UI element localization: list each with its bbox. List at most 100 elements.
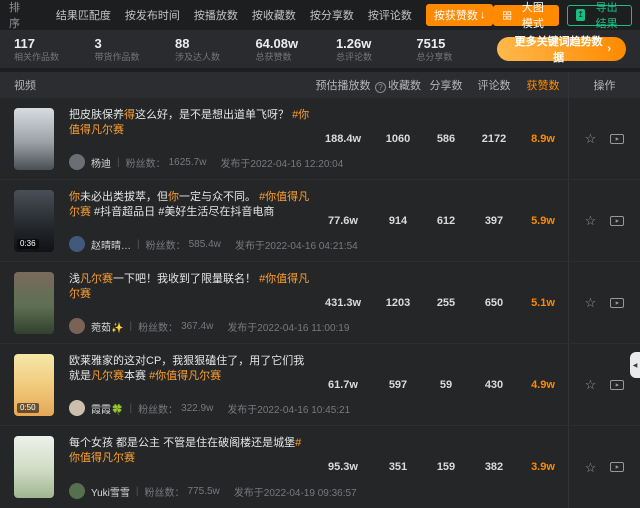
- help-icon[interactable]: ?: [375, 82, 386, 93]
- metric-shares: 59: [422, 344, 470, 425]
- metric-likes: 4.9w: [518, 344, 568, 425]
- stat-value: 3: [94, 36, 174, 51]
- video-meta: 菀茹✨ | 粉丝数： 367.4w 发布于2022-04-16 11:00:19: [69, 318, 311, 343]
- title-segment: 本赛: [124, 370, 149, 382]
- metric-likes: 8.9w: [518, 98, 568, 179]
- sort-option-shares[interactable]: 按分享数: [310, 7, 354, 23]
- favorite-star-icon[interactable]: ☆: [585, 296, 597, 309]
- export-results-button[interactable]: ↥ 导出结果: [567, 5, 632, 26]
- video-info: 每个女孩 都是公主 不管是住在破阁楼还是城堡#你值得凡尔赛 Yuki雪雪 | 粉…: [69, 436, 311, 508]
- avatar[interactable]: [69, 318, 85, 334]
- drawer-collapse-handle[interactable]: ◀: [630, 352, 640, 378]
- video-cell: 0:36 你未必出类拔萃，但你一定与众不同。 #你值得凡尔赛 #抖音超品日 #美…: [0, 180, 312, 261]
- export-results-label: 导出结果: [590, 0, 623, 31]
- fans-count: 775.5w: [188, 486, 220, 497]
- video-title[interactable]: 浅凡尔赛一下吧！我收到了限量联名！ #你值得凡尔赛: [69, 272, 311, 302]
- title-segment: 一定与众不同。: [179, 191, 259, 203]
- metric-comments: 397: [470, 180, 518, 261]
- title-segment: 得: [124, 109, 135, 121]
- title-segment: 每个女孩 都是公主 不管是住在破阁楼还是城堡: [69, 437, 295, 449]
- stat-value: 1.26w: [336, 36, 416, 51]
- video-meta: Yuki雪雪 | 粉丝数： 775.5w 发布于2022-04-19 09:36…: [69, 483, 311, 508]
- meta-separator: |: [129, 321, 132, 332]
- fans-count: 367.4w: [181, 321, 213, 332]
- video-preview-icon[interactable]: [610, 379, 624, 391]
- video-thumbnail[interactable]: 0:36: [14, 190, 54, 252]
- row-actions: ☆: [568, 98, 640, 179]
- stat-creators: 88 涉及达人数: [175, 36, 255, 63]
- sort-option-comments[interactable]: 按评论数: [368, 7, 412, 23]
- video-meta: 霞霞🍀 | 粉丝数： 322.9w 发布于2022-04-16 10:45:21: [69, 400, 311, 425]
- header-actions: 操作: [568, 72, 640, 98]
- chevron-right-icon: ›: [607, 43, 611, 55]
- fans-count: 322.9w: [181, 403, 213, 414]
- stat-ecommerce-works: 3 带货作品数: [94, 36, 174, 63]
- table-row: 0:50 欧莱雅家的这对CP，我狠狠磕住了，用了它们我就是凡尔赛本赛 #你值得凡…: [0, 344, 640, 426]
- table-row: 浅凡尔赛一下吧！我收到了限量联名！ #你值得凡尔赛 菀茹✨ | 粉丝数： 367…: [0, 262, 640, 344]
- author-name[interactable]: Yuki雪雪: [91, 484, 130, 499]
- sort-option-match[interactable]: 结果匹配度: [56, 7, 111, 23]
- favorite-star-icon[interactable]: ☆: [585, 132, 597, 145]
- avatar[interactable]: [69, 236, 85, 252]
- stat-label: 总分享数: [416, 52, 496, 63]
- sort-option-collects[interactable]: 按收藏数: [252, 7, 296, 23]
- sort-option-likes-active[interactable]: 按获赞数 ↓: [426, 4, 494, 26]
- video-info: 欧莱雅家的这对CP，我狠狠磕住了，用了它们我就是凡尔赛本赛 #你值得凡尔赛 霞霞…: [69, 354, 311, 425]
- video-meta: 赵晴晴… | 粉丝数： 585.4w 发布于2022-04-16 04:21:5…: [69, 236, 311, 261]
- author-name[interactable]: 菀茹✨: [91, 319, 123, 334]
- video-thumbnail[interactable]: 0:50: [14, 354, 54, 416]
- video-thumbnail[interactable]: [14, 436, 54, 498]
- title-segment: 浅: [69, 273, 80, 285]
- video-preview-icon[interactable]: [610, 297, 624, 309]
- video-info: 你未必出类拔萃，但你一定与众不同。 #你值得凡尔赛 #抖音超品日 #美好生活尽在…: [69, 190, 311, 261]
- video-cell: 每个女孩 都是公主 不管是住在破阁楼还是城堡#你值得凡尔赛 Yuki雪雪 | 粉…: [0, 426, 312, 508]
- title-segment: 你: [168, 191, 179, 203]
- sort-option-publish[interactable]: 按发布时间: [125, 7, 180, 23]
- metric-comments: 2172: [470, 98, 518, 179]
- author-name[interactable]: 赵晴晴…: [91, 237, 131, 252]
- video-title[interactable]: 每个女孩 都是公主 不管是住在破阁楼还是城堡#你值得凡尔赛: [69, 436, 311, 466]
- favorite-star-icon[interactable]: ☆: [585, 378, 597, 391]
- favorite-star-icon[interactable]: ☆: [585, 214, 597, 227]
- video-preview-icon[interactable]: [610, 133, 624, 145]
- header-estimated-plays: 预估播放数: [312, 77, 374, 93]
- author-name[interactable]: 杨迪: [91, 155, 111, 170]
- metric-collects: 1203: [374, 262, 422, 343]
- metric-plays: 77.6w: [312, 180, 374, 261]
- more-keyword-trend-button[interactable]: 更多关键词趋势数据 ›: [497, 37, 626, 61]
- chevron-left-icon: ◀: [633, 362, 638, 369]
- video-preview-icon[interactable]: [610, 215, 624, 227]
- video-cell: 把皮肤保养得这么好，是不是想出道单飞呀？ #你值得凡尔赛 杨迪 | 粉丝数： 1…: [0, 98, 312, 179]
- meta-separator: |: [129, 403, 132, 414]
- sort-active-label: 按获赞数: [434, 7, 478, 23]
- video-thumbnail[interactable]: [14, 272, 54, 334]
- metric-plays: 431.3w: [312, 262, 374, 343]
- stat-total-comments: 1.26w 总评论数: [336, 36, 416, 63]
- title-segment: #你值得凡尔赛: [149, 370, 221, 382]
- video-title[interactable]: 把皮肤保养得这么好，是不是想出道单飞呀？ #你值得凡尔赛: [69, 108, 311, 138]
- metric-shares: 159: [422, 426, 470, 508]
- metric-comments: 650: [470, 262, 518, 343]
- video-title[interactable]: 欧莱雅家的这对CP，我狠狠磕住了，用了它们我就是凡尔赛本赛 #你值得凡尔赛: [69, 354, 311, 384]
- title-segment: 凡尔赛: [91, 370, 124, 382]
- video-cell: 浅凡尔赛一下吧！我收到了限量联名！ #你值得凡尔赛 菀茹✨ | 粉丝数： 367…: [0, 262, 312, 343]
- video-thumbnail[interactable]: [14, 108, 54, 170]
- avatar[interactable]: [69, 400, 85, 416]
- video-preview-icon[interactable]: [610, 461, 624, 473]
- fans-label: 粉丝数：: [146, 237, 186, 252]
- title-segment: 一下吧！我收到了限量联名！: [113, 273, 259, 285]
- sort-label: 排序: [9, 0, 26, 31]
- video-title[interactable]: 你未必出类拔萃，但你一定与众不同。 #你值得凡尔赛 #抖音超品日 #美好生活尽在…: [69, 190, 311, 220]
- avatar[interactable]: [69, 154, 85, 170]
- avatar[interactable]: [69, 483, 85, 499]
- big-picture-mode-button[interactable]: 大图模式: [493, 5, 559, 26]
- author-name[interactable]: 霞霞🍀: [91, 401, 123, 416]
- meta-separator: |: [137, 239, 140, 250]
- duration-badge: 0:50: [17, 403, 39, 413]
- metric-comments: 430: [470, 344, 518, 425]
- row-actions: ☆: [568, 180, 640, 261]
- sort-option-plays[interactable]: 按播放数: [194, 7, 238, 23]
- favorite-star-icon[interactable]: ☆: [585, 461, 597, 474]
- metric-plays: 95.3w: [312, 426, 374, 508]
- fans-label: 粉丝数：: [126, 155, 166, 170]
